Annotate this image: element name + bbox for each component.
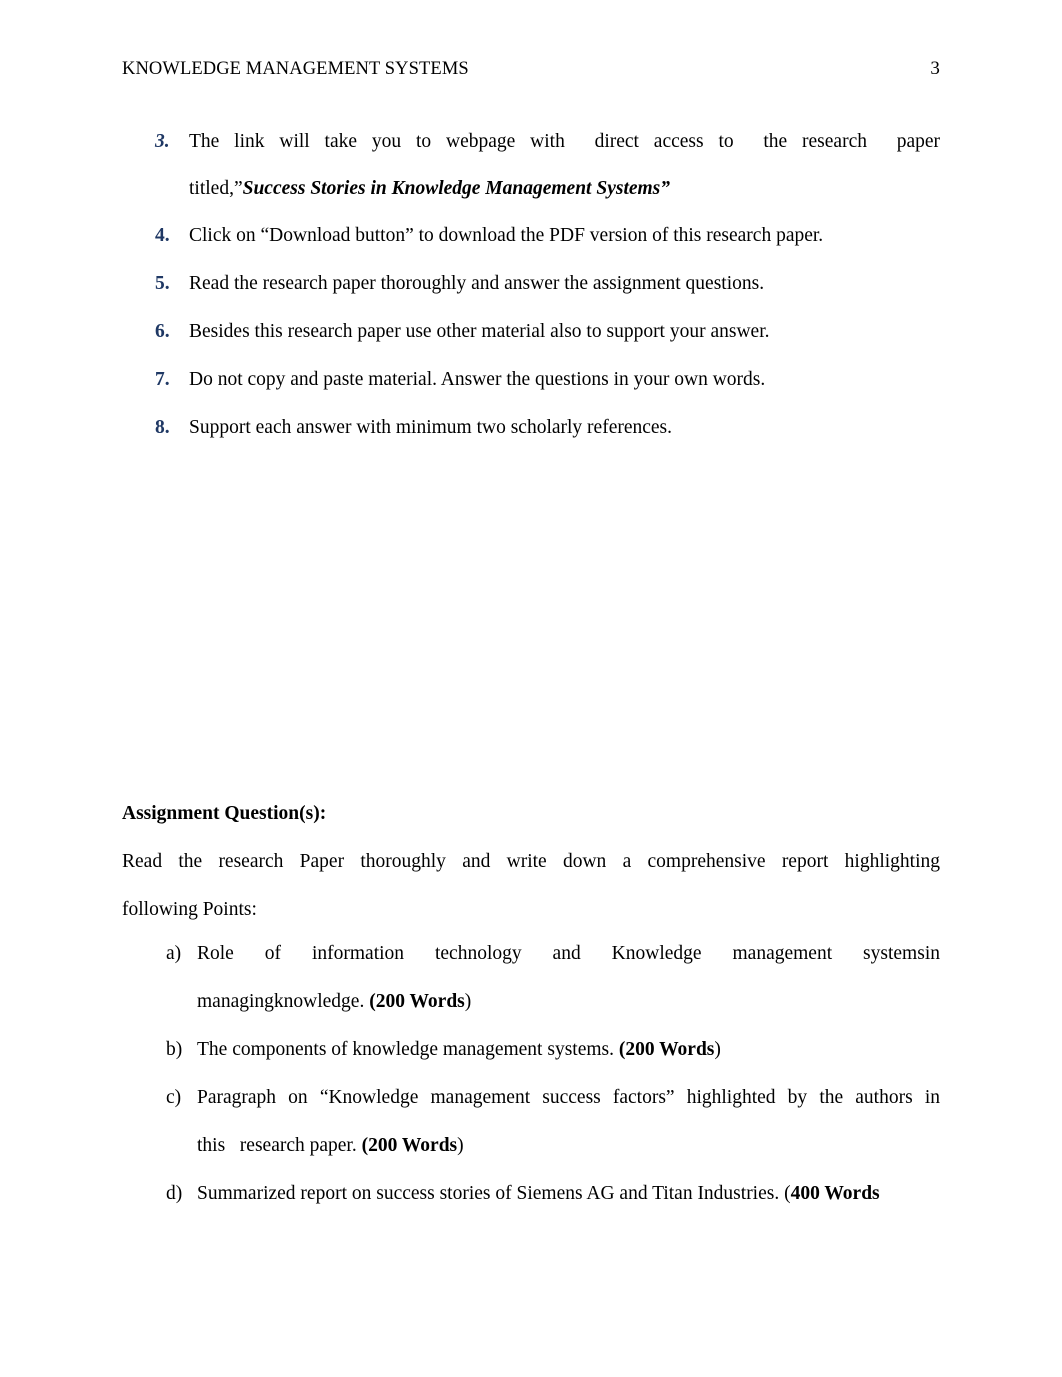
list-item: 3. The link will take you to webpage wit… [122, 118, 940, 212]
list-item-line: Summarized report on success stories of … [197, 1170, 940, 1218]
list-item-line-text: The components of knowledge management s… [197, 1039, 619, 1060]
list-item-line: Read the research paper thoroughly and a… [189, 273, 765, 294]
assignment-intro: Read the research Paper thoroughly and w… [122, 838, 940, 934]
list-item: 6. Besides this research paper use other… [122, 308, 940, 356]
list-item-line: Role of information technology and Knowl… [197, 943, 940, 964]
assignment-intro-line: following Points: [122, 899, 257, 920]
header-page-number: 3 [930, 58, 940, 79]
list-item-marker: d) [166, 1183, 183, 1204]
list-item-line: The components of knowledge management s… [197, 1026, 940, 1074]
list-item-line-text: Summarized report on success stories of … [197, 1183, 791, 1204]
list-item-line-tail: ) [457, 1135, 464, 1156]
list-item: 4. Click on “Download button” to downloa… [122, 212, 940, 260]
paper-title-emphasis: Success Stories in Knowledge Management … [242, 178, 671, 199]
list-item-line: managingknowledge. (200 Words) [197, 978, 940, 1026]
list-item-text: Do not copy and paste material. Answer t… [189, 356, 940, 404]
assignment-section: Assignment Question(s): Read the researc… [122, 790, 940, 934]
list-item: a) Role of information technology and Kn… [122, 930, 940, 1026]
list-item-line: Do not copy and paste material. Answer t… [189, 369, 766, 390]
document-page: KNOWLEDGE MANAGEMENT SYSTEMS 3 3. The li… [0, 0, 1062, 1377]
list-item-marker: 5. [155, 273, 170, 294]
list-item-line: this research paper. (200 Words) [197, 1122, 940, 1170]
list-item-line: The link will take you to webpage with d… [189, 131, 940, 152]
list-item: 5. Read the research paper thoroughly an… [122, 260, 940, 308]
word-count-emphasis: (200 Words [618, 1039, 715, 1060]
list-item-text: Read the research paper thoroughly and a… [189, 260, 940, 308]
list-item: c) Paragraph on “Knowledge management su… [122, 1074, 940, 1170]
list-item-text: Click on “Download button” to download t… [189, 212, 940, 260]
list-item-line: Besides this research paper use other ma… [189, 321, 770, 342]
list-item-line-text: this research paper. [197, 1135, 362, 1156]
assignment-heading: Assignment Question(s): [122, 803, 327, 824]
list-item-line: Click on “Download button” to download t… [189, 225, 824, 246]
list-item-marker: 3. [155, 131, 170, 152]
assignment-intro-line: Read the research Paper thoroughly and w… [122, 851, 940, 872]
header-title: KNOWLEDGE MANAGEMENT SYSTEMS [122, 59, 469, 79]
list-item-marker: b) [166, 1039, 183, 1060]
list-item-line: titled,”Success Stories in Knowledge Man… [189, 165, 940, 212]
list-item: 7. Do not copy and paste material. Answe… [122, 356, 940, 404]
list-item-line-text: managingknowledge. [197, 991, 370, 1012]
list-item-marker: c) [166, 1087, 182, 1108]
list-item-line-prefix: titled,” [189, 178, 243, 199]
list-item-line: Support each answer with minimum two sch… [189, 417, 673, 438]
list-item-text: The link will take you to webpage with d… [189, 118, 940, 212]
list-item: d) Summarized report on success stories … [122, 1170, 940, 1218]
list-item-marker: 7. [155, 369, 170, 390]
list-item-marker: a) [166, 943, 182, 964]
list-item: b) The components of knowledge managemen… [122, 1026, 940, 1074]
list-item-text: Support each answer with minimum two sch… [189, 404, 940, 452]
list-item-text: Besides this research paper use other ma… [189, 308, 940, 356]
instruction-list: 3. The link will take you to webpage wit… [122, 118, 940, 452]
list-item-marker: 6. [155, 321, 170, 342]
assignment-points-list: a) Role of information technology and Kn… [122, 930, 940, 1218]
list-item-line-tail: ) [714, 1039, 721, 1060]
word-count-emphasis: 400 Words [790, 1183, 880, 1204]
list-item: 8. Support each answer with minimum two … [122, 404, 940, 452]
document-header: KNOWLEDGE MANAGEMENT SYSTEMS 3 [122, 58, 940, 81]
word-count-emphasis: (200 Words [361, 1135, 458, 1156]
list-item-line-tail: ) [464, 991, 472, 1012]
word-count-emphasis: (200 Words [369, 991, 465, 1012]
list-item-line: Paragraph on “Knowledge management succe… [197, 1087, 940, 1108]
list-item-marker: 8. [155, 417, 170, 438]
list-item-marker: 4. [155, 225, 170, 246]
